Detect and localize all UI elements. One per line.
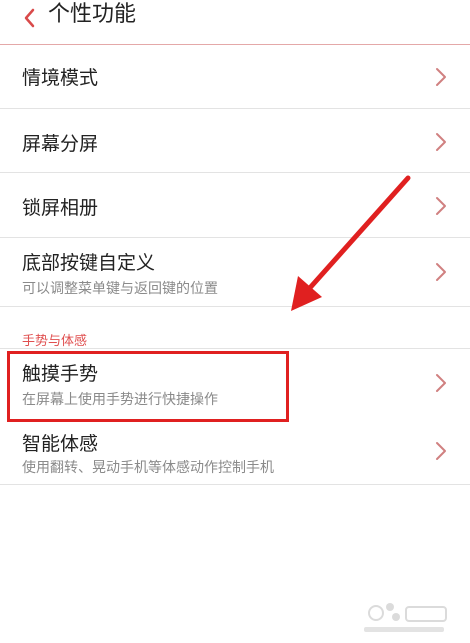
settings-row-split-screen[interactable]: 屏幕分屏 <box>0 109 470 173</box>
settings-row-lockscreen-album[interactable]: 锁屏相册 <box>0 173 470 238</box>
section-header: 手势与体感 <box>22 334 88 349</box>
row-label: 情境模式 <box>22 67 99 89</box>
chevron-right-icon <box>434 66 448 88</box>
row-label: 屏幕分屏 <box>22 133 99 155</box>
chevron-left-icon <box>24 8 35 28</box>
settings-row-scene-mode[interactable]: 情境模式 <box>0 45 470 109</box>
top-bar: 个性功能 <box>0 0 470 45</box>
row-label: 底部按键自定义 <box>22 252 156 274</box>
row-label: 智能体感 <box>22 433 99 455</box>
settings-row-custom-keys[interactable]: 底部按键自定义 可以调整菜单键与返回键的位置 <box>0 238 470 307</box>
annotation-highlight-box <box>7 351 289 422</box>
chevron-right-icon <box>434 131 448 153</box>
page-title: 个性功能 <box>48 2 137 27</box>
chevron-right-icon <box>434 261 448 283</box>
settings-row-smart-motion[interactable]: 智能体感 使用翻转、晃动手机等体感动作控制手机 <box>0 419 470 485</box>
chevron-right-icon <box>434 372 448 394</box>
row-description: 使用翻转、晃动手机等体感动作控制手机 <box>22 460 274 476</box>
back-button[interactable] <box>18 6 42 30</box>
row-label: 锁屏相册 <box>22 197 99 219</box>
chevron-right-icon <box>434 440 448 462</box>
row-description: 可以调整菜单键与返回键的位置 <box>22 281 218 297</box>
chevron-right-icon <box>434 195 448 217</box>
watermark-logo-icon <box>364 603 447 632</box>
